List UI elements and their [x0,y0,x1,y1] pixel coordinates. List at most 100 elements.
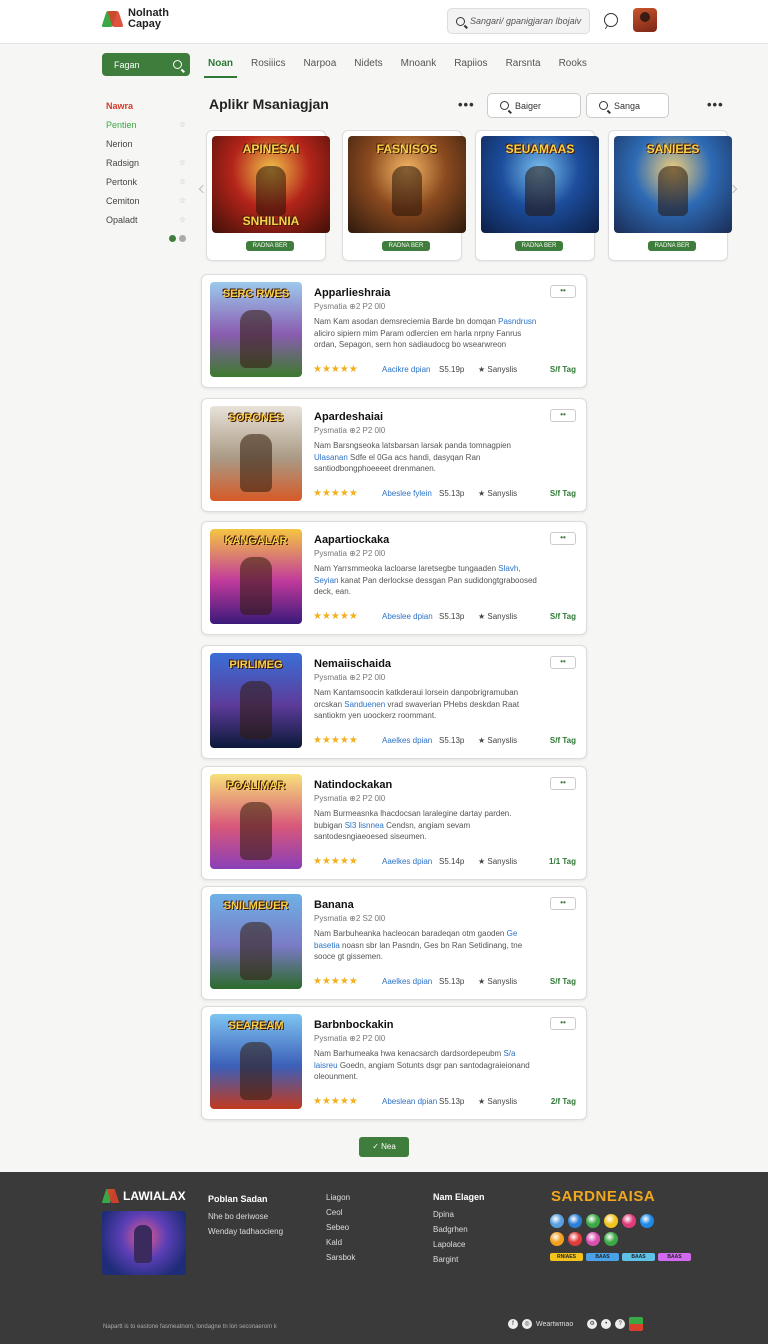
globe-icon[interactable]: ◎ [522,1319,532,1329]
download-link[interactable]: Aacikre dpian [382,365,430,374]
save-link[interactable]: ★ Sanyslis [478,857,517,866]
app-name[interactable]: Nemaiischaida [314,658,391,670]
tab-3[interactable]: Nidets [350,52,386,78]
store-badge[interactable]: RNIAES [550,1253,583,1261]
app-more-button[interactable]: •• [550,656,576,669]
tab-5[interactable]: Rapiios [450,52,491,78]
featured-card[interactable]: FASNISOS RADNA BER [342,130,466,261]
pager-dot[interactable] [179,235,186,242]
download-link[interactable]: Abeslee dpian [382,612,433,621]
app-thumbnail[interactable]: SNILMEUER [210,894,302,989]
app-thumbnail[interactable]: SORONES [210,406,302,501]
footer-link[interactable]: Nhe bo deriwose [208,1209,283,1224]
app-card[interactable]: PIRLIMEG Nemaiischaida Pysmatia ⊕2 P2 0l0 N… [201,645,587,759]
sidebar-item[interactable]: Pentien ☆ [102,115,190,134]
sidebar-item[interactable]: Cemiton ☆ [102,191,190,210]
download-link[interactable]: Aaelkes dpian [382,857,432,866]
sidebar-pager[interactable] [102,235,186,242]
pager-dot-active[interactable] [169,235,176,242]
app-card[interactable]: SERC RWES Apparlieshraia Pysmatia ⊕2 P2 0l… [201,274,587,388]
footer-link[interactable]: Dpina [433,1207,485,1222]
more-options-icon[interactable]: ••• [707,97,724,112]
featured-action-button[interactable]: RADNA BER [382,241,430,251]
download-link[interactable]: Aaelkes dpian [382,977,432,986]
social-icon[interactable] [604,1232,618,1246]
sidebar-item[interactable]: Opaladt ☆ [102,210,190,229]
save-link[interactable]: ★ Sanyslis [478,1097,517,1106]
save-link[interactable]: ★ Sanyslis [478,977,517,986]
app-name[interactable]: Apparlieshraia [314,287,390,299]
featured-game-art[interactable]: APINESAI SNHILNIA [212,136,330,233]
app-name[interactable]: Aapartiockaka [314,534,389,546]
facebook-icon[interactable]: f [508,1319,518,1329]
sidebar-search-button[interactable]: Fagan [102,53,190,76]
star-icon[interactable]: ☆ [179,196,186,205]
app-name[interactable]: Barbnbockakin [314,1019,393,1031]
social-icon[interactable] [586,1214,600,1228]
footer-link[interactable]: Bargint [433,1252,485,1267]
featured-card[interactable]: SANIEES RADNA BER [608,130,732,261]
featured-game-art[interactable]: SANIEES [614,136,732,233]
app-name[interactable]: Natindockakan [314,779,392,791]
app-more-button[interactable]: •• [550,409,576,422]
download-link[interactable]: Abeslean dpian [382,1097,437,1106]
save-link[interactable]: ★ Sanyslis [478,365,517,374]
sidebar-item[interactable]: Radsign ☆ [102,153,190,172]
app-card[interactable]: SORONES Apardeshaiai Pysmatia ⊕2 P2 0l0 Nam… [201,398,587,512]
help-icon[interactable]: ? [615,1319,626,1329]
footer-link[interactable]: Ceol [326,1205,355,1220]
user-avatar[interactable] [633,8,657,32]
app-thumbnail[interactable]: SERC RWES [210,282,302,377]
social-icon[interactable] [568,1214,582,1228]
save-link[interactable]: ★ Sanyslis [478,736,517,745]
tab-4[interactable]: Mnoank [397,52,441,78]
app-more-button[interactable]: •• [550,897,576,910]
app-more-button[interactable]: •• [550,777,576,790]
app-card[interactable]: SEAREAM Barbnbockakin Pysmatia ⊕2 P2 0l0 Na… [201,1006,587,1120]
featured-game-art[interactable]: FASNISOS [348,136,466,233]
social-icon[interactable] [586,1232,600,1246]
app-thumbnail[interactable]: KANGALAR [210,529,302,624]
app-description-highlight[interactable]: Sanduenen [344,700,385,709]
star-icon[interactable]: ☆ [179,177,186,186]
social-icon[interactable] [568,1232,582,1246]
store-badge[interactable]: BAAS [658,1253,691,1261]
info-icon[interactable]: • [601,1319,612,1329]
app-name[interactable]: Banana [314,899,354,911]
chat-icon[interactable] [604,13,618,27]
featured-action-button[interactable]: RADNA BER [246,241,294,251]
star-icon[interactable]: ☆ [179,158,186,167]
settings-icon[interactable]: ⚙ [587,1319,598,1329]
app-description-highlight[interactable]: Sl3 lisnnea [345,821,384,830]
brand-logo[interactable]: Nolnath Capay [102,8,169,30]
app-thumbnail[interactable]: PIRLIMEG [210,653,302,748]
app-thumbnail[interactable]: SEAREAM [210,1014,302,1109]
star-icon[interactable]: ☆ [179,120,186,129]
download-link[interactable]: Aaelkes dpian [382,736,432,745]
tab-7[interactable]: Rooks [555,52,591,78]
footer-logo[interactable]: LAWIALAX [103,1188,186,1204]
footer-link[interactable]: Lapolace [433,1237,485,1252]
save-link[interactable]: ★ Sanyslis [478,489,517,498]
app-more-button[interactable]: •• [550,1017,576,1030]
social-icon[interactable] [622,1214,636,1228]
filter-button-2[interactable]: Sanga [586,93,669,118]
app-card[interactable]: SNILMEUER Banana Pysmatia ⊕2 S2 0l0 Nam Bar… [201,886,587,1000]
load-more-button[interactable]: ✓ Nea [359,1137,409,1157]
sidebar-item[interactable]: Nawra [102,96,190,115]
social-icon[interactable] [604,1214,618,1228]
social-icon[interactable] [640,1214,654,1228]
footer-promo-image[interactable] [102,1211,186,1275]
featured-action-button[interactable]: RADNA BER [515,241,563,251]
featured-game-art[interactable]: SEUAMAAS [481,136,599,233]
app-description-highlight[interactable]: Ulasanan [314,453,348,462]
sidebar-item[interactable]: Pertonk ☆ [102,172,190,191]
app-card[interactable]: POALIMAR Natindockakan Pysmatia ⊕2 P2 0l0 N… [201,766,587,880]
social-icon[interactable] [550,1232,564,1246]
app-name[interactable]: Apardeshaiai [314,411,383,423]
footer-link[interactable]: Sebeo [326,1220,355,1235]
sidebar-item[interactable]: Nerion [102,134,190,153]
featured-card[interactable]: APINESAI SNHILNIA RADNA BER [206,130,330,261]
global-search-input[interactable]: Sangari/ gpanigjaran lbojaiv [447,8,590,34]
app-more-button[interactable]: •• [550,532,576,545]
